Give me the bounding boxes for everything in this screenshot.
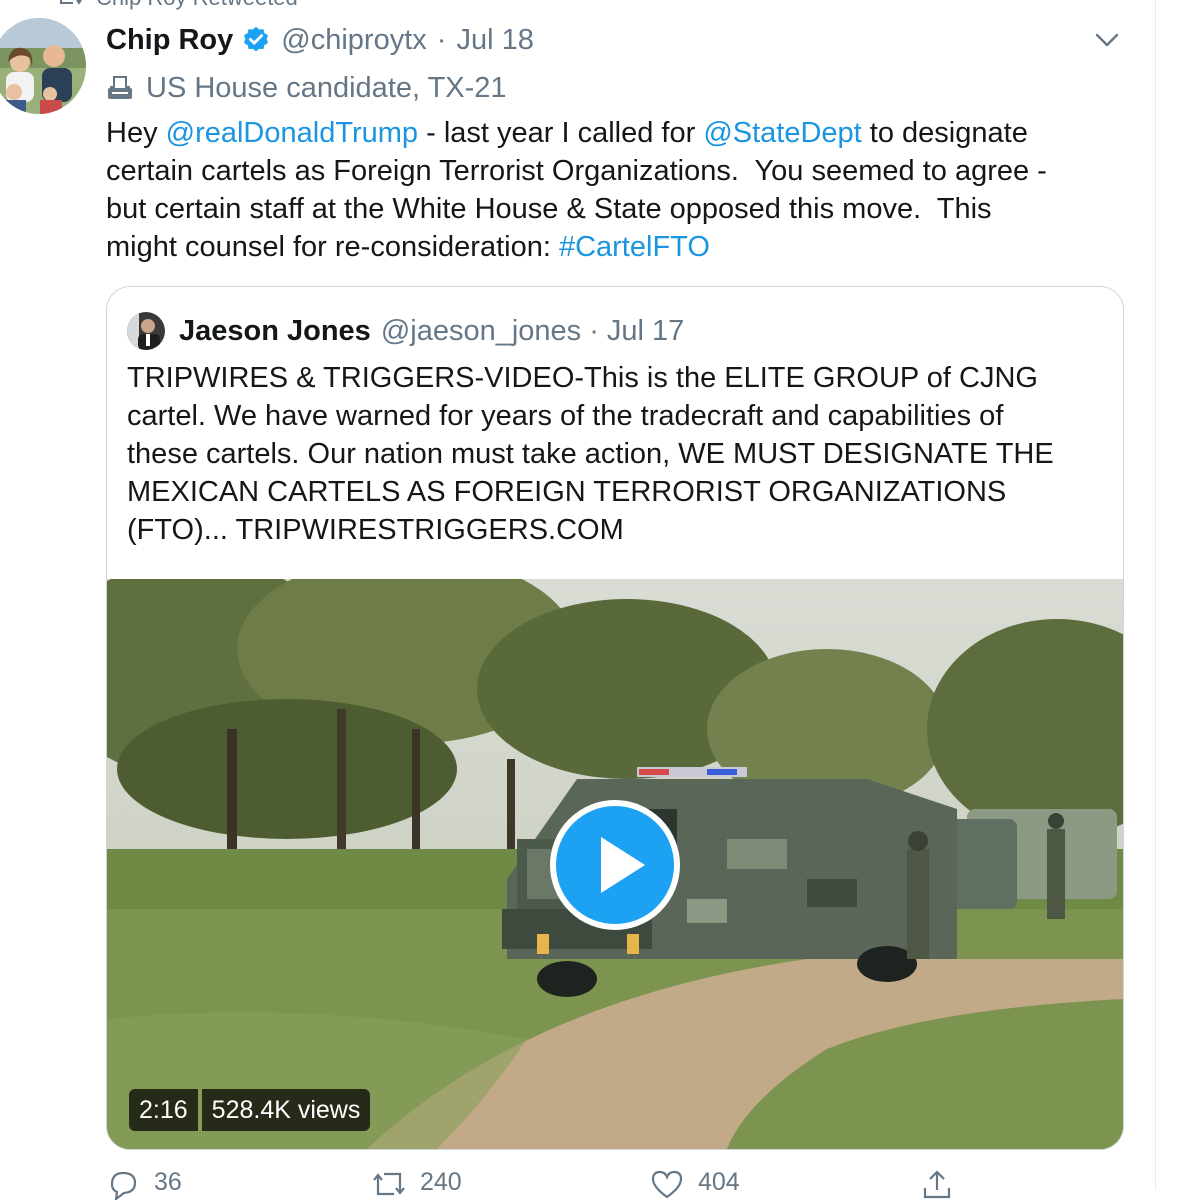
like-icon <box>651 1170 683 1199</box>
video-info: 2:16 528.4K views <box>129 1089 371 1131</box>
chevron-down-icon[interactable] <box>1094 30 1120 50</box>
tweet-date[interactable]: Jul 18 <box>456 24 533 57</box>
separator-dot: · <box>436 23 447 56</box>
mention-link[interactable]: @realDonaldTrump <box>166 117 418 149</box>
separator-dot: · <box>589 314 599 347</box>
retweet-header: Chip Roy Retweeted <box>58 0 298 10</box>
tweet-text-segment: - last year I called for <box>418 117 704 149</box>
quoted-tweet-header: Jaeson Jones @jaeson_jones · Jul 17 <box>127 312 684 350</box>
share-icon <box>923 1170 951 1199</box>
tweet-text-line: certain cartels as Foreign Terrorist Org… <box>106 152 1136 190</box>
author-name[interactable]: Chip Roy <box>106 24 233 57</box>
tweet-actions: 36 240 404 <box>106 1168 1006 1200</box>
mention-link[interactable]: @StateDept <box>703 117 861 149</box>
candidate-label-text: US House candidate, TX-21 <box>146 71 507 104</box>
verified-badge-icon <box>244 26 269 52</box>
candidate-label: US House candidate, TX-21 <box>106 70 507 106</box>
quoted-avatar[interactable] <box>127 312 165 350</box>
tweet-text-segment: but certain staff at the White House & S… <box>106 193 992 225</box>
quoted-text-line: MEXICAN CARTELS AS FOREIGN TERRORIST ORG… <box>127 476 1007 508</box>
retweet-button[interactable]: 240 <box>372 1168 462 1200</box>
ballot-box-icon <box>108 76 132 99</box>
tweet-text: Hey @realDonaldTrump - last year I calle… <box>106 114 1136 266</box>
retweet-header-text[interactable]: Chip Roy Retweeted <box>96 0 298 11</box>
quoted-text-line: these cartels. Our nation must take acti… <box>127 438 1054 470</box>
quoted-author-name[interactable]: Jaeson Jones <box>179 315 371 348</box>
quoted-text-line: (FTO)... TRIPWIRESTRIGGERS.COM <box>127 514 624 546</box>
timeline-divider <box>1155 0 1156 1190</box>
retweet-count: 240 <box>420 1168 462 1196</box>
tweet-text-line: Hey @realDonaldTrump - last year I calle… <box>106 114 1136 152</box>
quoted-tweet-card[interactable]: Jaeson Jones @jaeson_jones · Jul 17 TRIP… <box>106 286 1124 1150</box>
retweet-icon <box>373 1172 405 1196</box>
reply-count: 36 <box>154 1168 182 1196</box>
retweet-icon <box>60 0 82 5</box>
tweet-text-segment: Hey <box>106 117 166 149</box>
like-button[interactable]: 404 <box>650 1168 740 1200</box>
video-player[interactable]: 2:16 528.4K views <box>107 579 1123 1149</box>
tweet-text-segment: to designate <box>861 117 1028 149</box>
tweet-text-segment: might counsel for re-consideration: <box>106 231 559 263</box>
share-button[interactable] <box>920 1168 954 1200</box>
quoted-tweet-date[interactable]: Jul 17 <box>607 315 684 348</box>
avatar[interactable] <box>0 18 86 114</box>
play-icon[interactable] <box>548 798 682 932</box>
quoted-author-handle[interactable]: @jaeson_jones <box>381 315 581 348</box>
tweet-text-segment: certain cartels as Foreign Terrorist Org… <box>106 155 1047 187</box>
reply-icon <box>110 1171 137 1200</box>
like-count: 404 <box>698 1168 740 1196</box>
video-views: 528.4K views <box>201 1089 371 1131</box>
author-handle[interactable]: @chiproytx <box>281 24 426 57</box>
video-duration: 2:16 <box>129 1089 198 1131</box>
tweet-text-line: might counsel for re-consideration: #Car… <box>106 228 1136 266</box>
quoted-text-line: cartel. We have warned for years of the … <box>127 400 1004 432</box>
reply-button[interactable]: 36 <box>106 1168 182 1200</box>
quoted-text-line: TRIPWIRES & TRIGGERS-VIDEO-This is the E… <box>127 362 1038 394</box>
quoted-tweet-text: TRIPWIRES & TRIGGERS-VIDEO-This is the E… <box>127 359 1117 549</box>
hashtag-link[interactable]: #CartelFTO <box>559 231 710 263</box>
tweet-text-line: but certain staff at the White House & S… <box>106 190 1136 228</box>
tweet-header: Chip Roy @chiproytx · Jul 18 <box>106 20 534 60</box>
